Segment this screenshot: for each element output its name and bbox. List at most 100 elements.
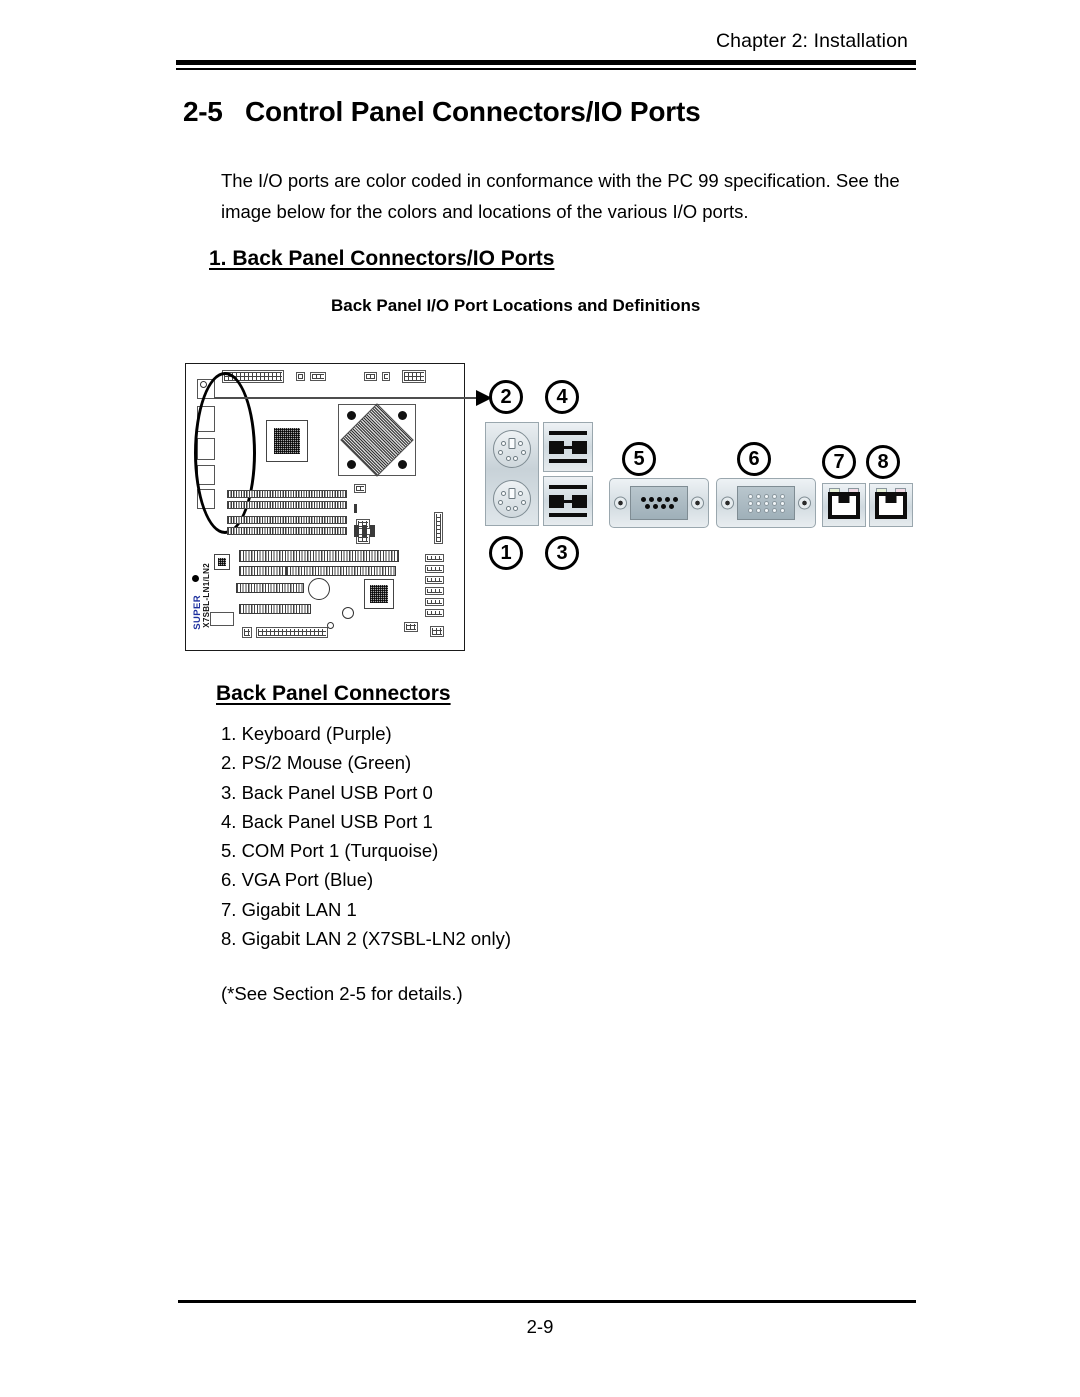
ps2-keyboard-pin-6 [513, 506, 518, 511]
com-pin-2 [648, 497, 654, 502]
ps2-mouse-pin-4 [521, 450, 526, 455]
fan-header-2 [310, 372, 326, 381]
com-pin-4 [664, 497, 670, 502]
vga-pin-9 [771, 500, 777, 506]
ps2-keyboard-pin-1 [501, 491, 506, 496]
front-panel-header [434, 512, 443, 544]
fan-header-1 [296, 372, 305, 381]
com-port-screw-right [691, 496, 704, 510]
lan1-jack-body [828, 492, 860, 519]
list-item: 6. VGA Port (Blue) [221, 869, 374, 891]
connectors-list-heading: Back Panel Connectors [216, 682, 451, 705]
com-pin-7 [652, 504, 658, 509]
vga-pin-7 [755, 500, 761, 506]
socket-hole-tr [398, 411, 407, 420]
list-item: 4. Back Panel USB Port 1 [221, 810, 433, 832]
ps2-mouse-pin-1 [501, 441, 506, 446]
list-item: 7. Gigabit LAN 1 [221, 898, 357, 920]
callout-number-5: 5 [622, 442, 656, 476]
usb-port-0-bar-bottom [549, 513, 587, 517]
floppy-connector [256, 627, 328, 638]
back-panel-port-cluster: 2 4 5 6 7 8 1 3 [481, 358, 916, 588]
capacitor-1 [354, 525, 359, 537]
list-item: 1. Keyboard (Purple) [221, 723, 392, 744]
ps2-keyboard-keyway [508, 488, 516, 499]
callout-number-8: 8 [866, 445, 900, 479]
dimm-slot-1a [227, 490, 347, 498]
fan-header-4 [354, 484, 366, 493]
sata-port-5 [425, 598, 444, 606]
sata-port-1 [425, 554, 444, 562]
ps2-keyboard-port [493, 480, 531, 518]
vga-pin-10 [779, 500, 785, 506]
ps2-keyboard-pin-5 [506, 506, 511, 511]
vga-pin-row-2 [747, 500, 785, 506]
speaker-buzzer [342, 607, 354, 619]
ps2-port-housing [485, 422, 539, 526]
lan2-jack-body [875, 492, 907, 519]
gigabit-lan-port-2 [869, 483, 913, 527]
com-port-1 [609, 478, 709, 528]
list-item: 5. COM Port 1 (Turquoise) [221, 840, 439, 862]
sata-port-4 [425, 587, 444, 595]
vga-port-screw-left [721, 496, 734, 510]
motherboard-outline: SUPER X7SBL-LN1/LN2 [185, 363, 465, 651]
ps2-mouse-pin-2 [518, 441, 523, 446]
callout-leader-line [214, 397, 479, 399]
fan-header-3 [382, 372, 390, 381]
list-item: 2. PS/2 Mouse (Green) [221, 752, 412, 774]
vga-pin-row-1 [747, 493, 785, 499]
vga-port-shell [737, 486, 795, 520]
voltage-regulator-array [354, 504, 357, 513]
southbridge-chip [266, 420, 308, 462]
vga-port-screw-right [798, 496, 811, 510]
sata-port-3 [425, 576, 444, 584]
lan-controller-chip [364, 579, 394, 609]
gigabit-lan-port-1 [822, 483, 866, 527]
running-header-chapter: Chapter 2: Installation [716, 30, 908, 52]
usb-port-0 [543, 476, 593, 526]
list-item: 3. Back Panel USB Port 0 [221, 781, 433, 803]
pcie-x8-slot [239, 550, 399, 562]
lan-die [370, 585, 388, 603]
ps2-mouse-pin-5 [506, 456, 511, 461]
pci-33mhz-slot [239, 604, 311, 614]
cpu-power-header [364, 372, 377, 381]
com-port-pin-row-bottom [644, 504, 674, 509]
dimm-slot-2a [227, 516, 347, 524]
vga-pin-14 [771, 507, 777, 513]
dimm-slot-1b [227, 501, 347, 509]
socket-hole-br [398, 460, 407, 469]
aux-power-header [402, 370, 426, 383]
usb-port-0-bar-top [549, 485, 587, 489]
section-reference-note: (*See Section 2-5 for details.) [221, 983, 463, 1004]
mount-hole-br [327, 622, 334, 629]
lga775-socket [338, 403, 416, 477]
vga-pin-6 [747, 500, 753, 506]
ps2-keyboard-pin-2 [518, 491, 523, 496]
header-rule-thick [176, 60, 916, 65]
power-led-header [430, 626, 444, 637]
vga-pin-13 [763, 507, 769, 513]
pci-32-slot [236, 583, 304, 593]
ps2-keyboard-pin-4 [521, 500, 526, 505]
vga-port [716, 478, 816, 528]
callout-number-7: 7 [822, 445, 856, 479]
usb-port-1-bar-top [549, 431, 587, 435]
vga-pin-1 [747, 493, 753, 499]
lan1-latch-tab [838, 496, 850, 503]
lan2-latch-tab [885, 496, 897, 503]
com-pin-8 [660, 504, 666, 509]
usb-port-0-block-left [549, 495, 564, 508]
dimm-slot-2b [227, 527, 347, 535]
usb-port-1-block-left [549, 441, 564, 454]
usb-port-1-block-right [572, 441, 587, 454]
capacitor-3 [370, 525, 375, 537]
socket-hole-bl [347, 460, 356, 469]
footer-rule [178, 1300, 916, 1303]
ps2-mouse-pin-6 [513, 456, 518, 461]
section-title: Control Panel Connectors/IO Ports [245, 96, 701, 127]
subsection-heading: 1. Back Panel Connectors/IO Ports [209, 247, 555, 270]
vga-pin-2 [755, 493, 761, 499]
ps2-mouse-port [493, 430, 531, 468]
